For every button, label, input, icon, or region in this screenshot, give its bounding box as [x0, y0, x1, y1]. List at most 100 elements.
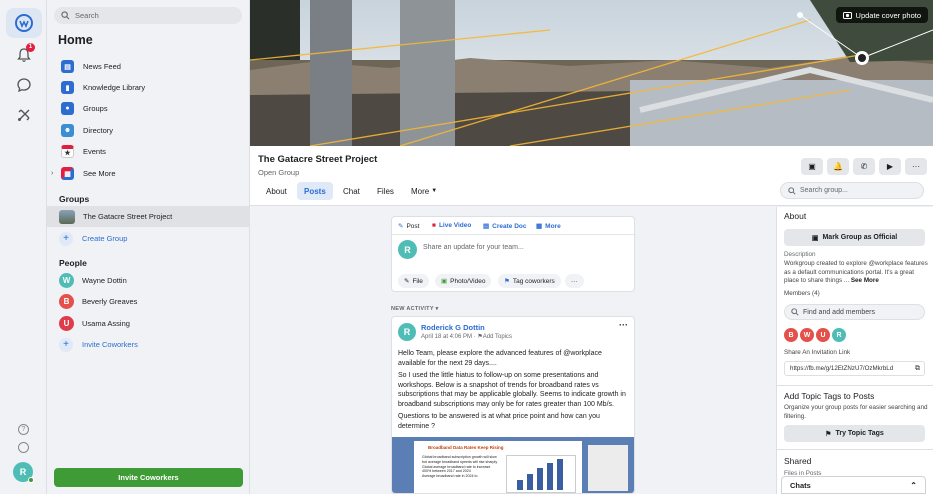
- notifications-button[interactable]: 1: [6, 40, 42, 70]
- groups-icon: ●: [61, 102, 74, 115]
- tab-files[interactable]: Files: [370, 182, 401, 200]
- help-icon[interactable]: ?: [18, 424, 29, 435]
- search-input[interactable]: Search: [54, 7, 242, 24]
- post-paragraph: Hello Team, please explore the advanced …: [398, 350, 602, 367]
- call-button[interactable]: ✆: [853, 158, 875, 175]
- book-icon: ▮: [61, 81, 74, 94]
- members-label: Members (4): [784, 290, 820, 297]
- composer-tab-more[interactable]: ▦ More: [536, 222, 561, 231]
- chip-label: Tag coworkers: [512, 277, 555, 285]
- post-author-name[interactable]: Roderick G Dottin: [421, 323, 485, 332]
- integrations-button[interactable]: [6, 100, 42, 130]
- post-timestamp[interactable]: April 18 at 4:06 PM ·: [421, 334, 476, 340]
- nav-item-directory[interactable]: ☻ Directory: [47, 120, 250, 141]
- person-avatar: U: [59, 316, 74, 331]
- composer-tab-post[interactable]: ✎ Post: [398, 222, 419, 231]
- nav-item-see-more[interactable]: › ▦ See More: [47, 163, 250, 184]
- description-label: Description: [784, 251, 816, 258]
- save-group-button[interactable]: ▣: [801, 158, 823, 175]
- group-item-gatacre[interactable]: The Gatacre Street Project: [47, 206, 250, 227]
- person-item[interactable]: U Usama Assing: [47, 313, 250, 334]
- mark-official-button[interactable]: ▣ Mark Group as Official: [784, 229, 925, 246]
- workplace-logo-button[interactable]: [6, 8, 42, 38]
- online-status-dot: [28, 477, 34, 483]
- video-icon: ▶: [886, 162, 894, 171]
- photo-icon: ▣: [441, 278, 448, 285]
- more-options-button[interactable]: ···: [905, 158, 927, 175]
- composer-tab-label: Create Doc: [492, 222, 527, 230]
- composer-input[interactable]: Share an update for your team...: [423, 244, 524, 251]
- chevron-up-icon: ⌃: [910, 480, 917, 490]
- invitation-link-field[interactable]: https://fb.me/g/12EtZNzU7/OzMkrbLd ⧉: [784, 361, 925, 376]
- nav-item-groups[interactable]: ● Groups: [47, 98, 250, 119]
- tag-coworkers-chip[interactable]: ⚑ Tag coworkers: [498, 274, 561, 288]
- nav-item-news-feed[interactable]: ▤ News Feed: [47, 56, 250, 77]
- person-item[interactable]: W Wayne Dottin: [47, 270, 250, 291]
- new-activity-label: NEW ACTIVITY ▾: [391, 306, 439, 312]
- member-avatar[interactable]: U: [816, 328, 830, 342]
- topic-tags-heading: Add Topic Tags to Posts: [784, 391, 875, 401]
- more-chip[interactable]: ···: [565, 274, 584, 288]
- tab-more[interactable]: More ▼: [404, 182, 444, 200]
- groups-heading: Groups: [59, 194, 90, 204]
- try-topic-tags-label: Try Topic Tags: [835, 430, 884, 437]
- home-title: Home: [58, 33, 93, 47]
- tab-chat[interactable]: Chat: [336, 182, 367, 200]
- shared-heading: Shared: [784, 456, 812, 466]
- directory-icon: ☻: [61, 124, 74, 137]
- update-cover-photo-button[interactable]: Update cover photo: [835, 7, 928, 23]
- copy-icon[interactable]: ⧉: [915, 365, 920, 373]
- add-topics-link[interactable]: Add Topics: [483, 334, 512, 340]
- video-icon: ■: [432, 222, 436, 229]
- tab-about[interactable]: About: [259, 182, 294, 200]
- video-call-button[interactable]: ▶: [879, 158, 901, 175]
- user-avatar-initial: R: [19, 467, 27, 477]
- person-item[interactable]: B Beverly Greaves: [47, 291, 250, 312]
- people-heading: People: [59, 258, 87, 268]
- app-rail: 1 ? R: [0, 0, 47, 494]
- see-more-link[interactable]: See More: [851, 277, 879, 284]
- cover-photo-image: [250, 0, 933, 146]
- create-group-button[interactable]: + Create Group: [47, 228, 250, 249]
- post-options-icon[interactable]: ···: [619, 320, 628, 330]
- post-attachment-image[interactable]: Broadband Data Rates Keep Rising Global …: [392, 437, 634, 493]
- post-paragraph: So I used the little hiatus to follow-up…: [398, 372, 626, 408]
- nav-item-knowledge-library[interactable]: ▮ Knowledge Library: [47, 77, 250, 98]
- member-avatar[interactable]: B: [784, 328, 798, 342]
- chevron-right-icon: ›: [51, 170, 54, 177]
- composer-tab-live-video[interactable]: ■ Live Video: [432, 222, 471, 229]
- group-search-input[interactable]: Search group...: [780, 182, 924, 199]
- group-description: Workgroup created to explore @workplace …: [784, 260, 929, 286]
- composer-tab-create-doc[interactable]: ▤ Create Doc: [483, 222, 527, 231]
- notifications-toggle-button[interactable]: 🔔: [827, 158, 849, 175]
- about-heading: About: [784, 211, 807, 221]
- search-icon: [791, 308, 799, 316]
- nav-label: Groups: [83, 104, 108, 113]
- tab-posts[interactable]: Posts: [297, 182, 333, 200]
- slide-bullets: Global broadband subscription growth wil…: [422, 455, 498, 479]
- mark-official-label: Mark Group as Official: [822, 234, 898, 241]
- chat-button[interactable]: [6, 70, 42, 100]
- post-author-avatar[interactable]: R: [398, 323, 416, 341]
- composer-avatar: R: [398, 240, 417, 259]
- invite-coworkers-button[interactable]: Invite Coworkers: [54, 468, 243, 487]
- tag-icon: ⚑: [504, 278, 510, 285]
- try-topic-tags-button[interactable]: ⚑ Try Topic Tags: [784, 425, 925, 442]
- chats-bar[interactable]: Chats ⌃: [781, 476, 926, 494]
- invite-coworkers-link[interactable]: + Invite Coworkers: [47, 334, 250, 355]
- nav-label: Knowledge Library: [83, 83, 146, 92]
- nav-item-events[interactable]: ★ Events: [47, 141, 250, 162]
- find-members-input[interactable]: Find and add members: [784, 304, 925, 320]
- group-title: The Gatacre Street Project: [258, 154, 378, 165]
- photo-video-chip[interactable]: ▣ Photo/Video: [435, 274, 492, 288]
- group-privacy: Open Group: [258, 168, 300, 177]
- member-avatar[interactable]: W: [800, 328, 814, 342]
- grid-icon: ▦: [61, 167, 74, 180]
- person-name: Usama Assing: [82, 319, 130, 328]
- nav-label: See More: [83, 169, 116, 178]
- person-name: Beverly Greaves: [82, 297, 138, 306]
- member-avatar[interactable]: R: [832, 328, 846, 342]
- attach-file-chip[interactable]: ✎ File: [398, 274, 429, 288]
- plus-icon: +: [59, 337, 73, 352]
- feedback-smiley-icon[interactable]: [18, 442, 29, 453]
